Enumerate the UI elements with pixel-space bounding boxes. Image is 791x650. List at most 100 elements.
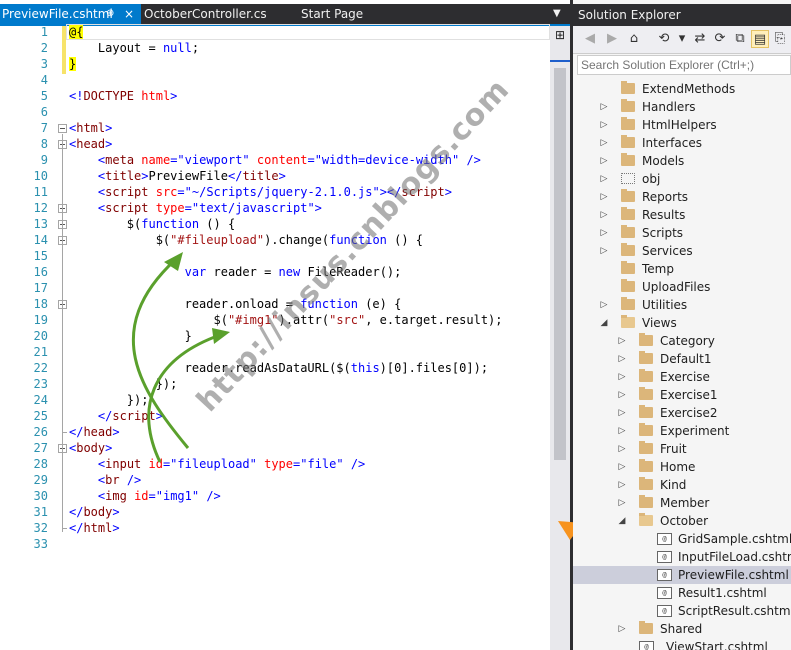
- line-number: 32: [33, 521, 48, 535]
- editor-scrollbar[interactable]: ⊞: [550, 26, 570, 650]
- tree-folder-item[interactable]: ▷ Exercise2: [573, 404, 791, 422]
- tab-dropdown-icon[interactable]: ▼: [553, 4, 561, 24]
- collapsed-arrow-icon[interactable]: ▷: [599, 242, 609, 260]
- tree-folder-item[interactable]: ▷ Interfaces: [573, 134, 791, 152]
- collapsed-arrow-icon[interactable]: ▷: [599, 188, 609, 206]
- dropdown-icon[interactable]: ▾: [673, 30, 691, 48]
- line-number: 8: [40, 137, 48, 151]
- cshtml-file-icon: @: [657, 605, 672, 617]
- tab-previewfile[interactable]: PreviewFile.cshtml ⊕ ×: [0, 4, 141, 24]
- collapsed-arrow-icon[interactable]: ▷: [617, 404, 627, 422]
- folder-icon: [621, 207, 635, 220]
- tree-folder-item[interactable]: ▷ Home: [573, 458, 791, 476]
- tree-folder-item[interactable]: ExtendMethods: [573, 80, 791, 98]
- tree-folder-item[interactable]: ▷ Results: [573, 206, 791, 224]
- folder-icon: [621, 243, 635, 256]
- tree-folder-item[interactable]: ▷ Models: [573, 152, 791, 170]
- tab-start-page[interactable]: Start Page: [301, 4, 363, 24]
- properties-icon[interactable]: ⎘: [771, 30, 789, 48]
- folder-icon: [639, 387, 653, 400]
- code-line: @{: [69, 25, 84, 39]
- tree-folder-item[interactable]: ▷ Category: [573, 332, 791, 350]
- tree-folder-item[interactable]: ▷ Handlers: [573, 98, 791, 116]
- tree-item-label: HtmlHelpers: [642, 118, 717, 132]
- tree-folder-item[interactable]: ◢ October: [573, 512, 791, 530]
- tree-folder-item[interactable]: ▷ Utilities: [573, 296, 791, 314]
- collapsed-arrow-icon[interactable]: ▷: [617, 332, 627, 350]
- tree-folder-item[interactable]: ▷ Shared: [573, 620, 791, 638]
- explorer-tree[interactable]: ExtendMethods ▷ Handlers ▷ HtmlHelpers ▷ Inter…: [573, 78, 791, 650]
- folder-icon: [639, 441, 653, 454]
- collapsed-arrow-icon[interactable]: ▷: [599, 152, 609, 170]
- collapsed-arrow-icon[interactable]: ▷: [599, 224, 609, 242]
- scrollbar-thumb[interactable]: [554, 68, 566, 460]
- tree-folder-item[interactable]: ▷ Reports: [573, 188, 791, 206]
- history-icon[interactable]: ⟲: [655, 30, 673, 48]
- collapsed-arrow-icon[interactable]: ▷: [617, 458, 627, 476]
- line-number: 31: [33, 505, 48, 519]
- tree-folder-item[interactable]: Temp: [573, 260, 791, 278]
- tree-folder-item[interactable]: ▷ Experiment: [573, 422, 791, 440]
- collapsed-arrow-icon[interactable]: ▷: [617, 440, 627, 458]
- tree-file-item[interactable]: @ Result1.cshtml: [573, 584, 791, 602]
- tree-folder-item[interactable]: UploadFiles: [573, 278, 791, 296]
- collapsed-arrow-icon[interactable]: ▷: [599, 134, 609, 152]
- tree-folder-item[interactable]: ▷ HtmlHelpers: [573, 116, 791, 134]
- collapsed-arrow-icon[interactable]: ▷: [599, 296, 609, 314]
- tree-file-item[interactable]: @ GridSample.cshtml: [573, 530, 791, 548]
- collapsed-arrow-icon[interactable]: ▷: [617, 422, 627, 440]
- collapsed-arrow-icon[interactable]: ▷: [599, 170, 609, 188]
- tree-file-item[interactable]: @ PreviewFile.cshtml: [573, 566, 791, 584]
- close-icon[interactable]: ×: [124, 4, 134, 24]
- tree-folder-item[interactable]: ▷ obj: [573, 170, 791, 188]
- tree-file-item[interactable]: @ ScriptResult.cshtml: [573, 602, 791, 620]
- tree-folder-item[interactable]: ▷ Exercise1: [573, 386, 791, 404]
- tree-item-label: Default1: [660, 352, 712, 366]
- back-icon[interactable]: ◀: [581, 30, 599, 48]
- collapsed-arrow-icon[interactable]: ▷: [599, 98, 609, 116]
- tree-file-item[interactable]: @ InputFileLoad.cshtml: [573, 548, 791, 566]
- tree-folder-item[interactable]: ▷ Services: [573, 242, 791, 260]
- tree-item-label: Utilities: [642, 298, 688, 312]
- sync-icon[interactable]: ⇄: [691, 30, 709, 48]
- code-line: </script>: [97, 409, 163, 423]
- cshtml-file-icon: @: [657, 569, 672, 581]
- tree-folder-item[interactable]: ▷ Exercise: [573, 368, 791, 386]
- collapsed-arrow-icon[interactable]: ▷: [599, 206, 609, 224]
- fold-guide: [62, 432, 67, 433]
- collapsed-arrow-icon[interactable]: ▷: [617, 368, 627, 386]
- collapsed-arrow-icon[interactable]: ▷: [617, 386, 627, 404]
- tab-octobercontroller[interactable]: OctoberController.cs: [144, 4, 267, 24]
- collapse-all-icon[interactable]: ⧉: [731, 30, 749, 48]
- line-number: 17: [33, 281, 48, 295]
- cshtml-file-icon: @: [657, 533, 672, 545]
- line-number: 24: [33, 393, 48, 407]
- open-folder-icon: [639, 513, 653, 526]
- collapsed-arrow-icon[interactable]: ▷: [617, 620, 627, 638]
- expanded-arrow-icon[interactable]: ◢: [599, 314, 609, 332]
- collapsed-arrow-icon[interactable]: ▷: [617, 494, 627, 512]
- tree-item-label: Experiment: [660, 424, 730, 438]
- tree-folder-item[interactable]: ▷ Scripts: [573, 224, 791, 242]
- forward-icon[interactable]: ▶: [603, 30, 621, 48]
- tree-folder-item[interactable]: ▷ Fruit: [573, 440, 791, 458]
- expanded-arrow-icon[interactable]: ◢: [617, 512, 627, 530]
- pin-icon[interactable]: ⊕: [106, 4, 114, 24]
- line-number: 20: [33, 329, 48, 343]
- home-icon[interactable]: ⌂: [625, 30, 643, 48]
- collapsed-arrow-icon[interactable]: ▷: [617, 476, 627, 494]
- tree-folder-item[interactable]: ◢ Views: [573, 314, 791, 332]
- tree-folder-item[interactable]: ▷ Member: [573, 494, 791, 512]
- tree-folder-item[interactable]: ▷ Default1: [573, 350, 791, 368]
- show-all-files-icon[interactable]: ▤: [751, 30, 769, 48]
- tree-file-item[interactable]: @ _ViewStart.cshtml: [573, 638, 791, 650]
- line-number: 33: [33, 537, 48, 551]
- fold-toggle-icon[interactable]: [58, 124, 67, 133]
- collapsed-arrow-icon[interactable]: ▷: [617, 350, 627, 368]
- split-icon[interactable]: ⊞: [553, 28, 567, 42]
- collapsed-arrow-icon[interactable]: ▷: [599, 116, 609, 134]
- folder-icon: [621, 135, 635, 148]
- search-input[interactable]: [577, 55, 791, 75]
- tree-folder-item[interactable]: ▷ Kind: [573, 476, 791, 494]
- refresh-icon[interactable]: ⟳: [711, 30, 729, 48]
